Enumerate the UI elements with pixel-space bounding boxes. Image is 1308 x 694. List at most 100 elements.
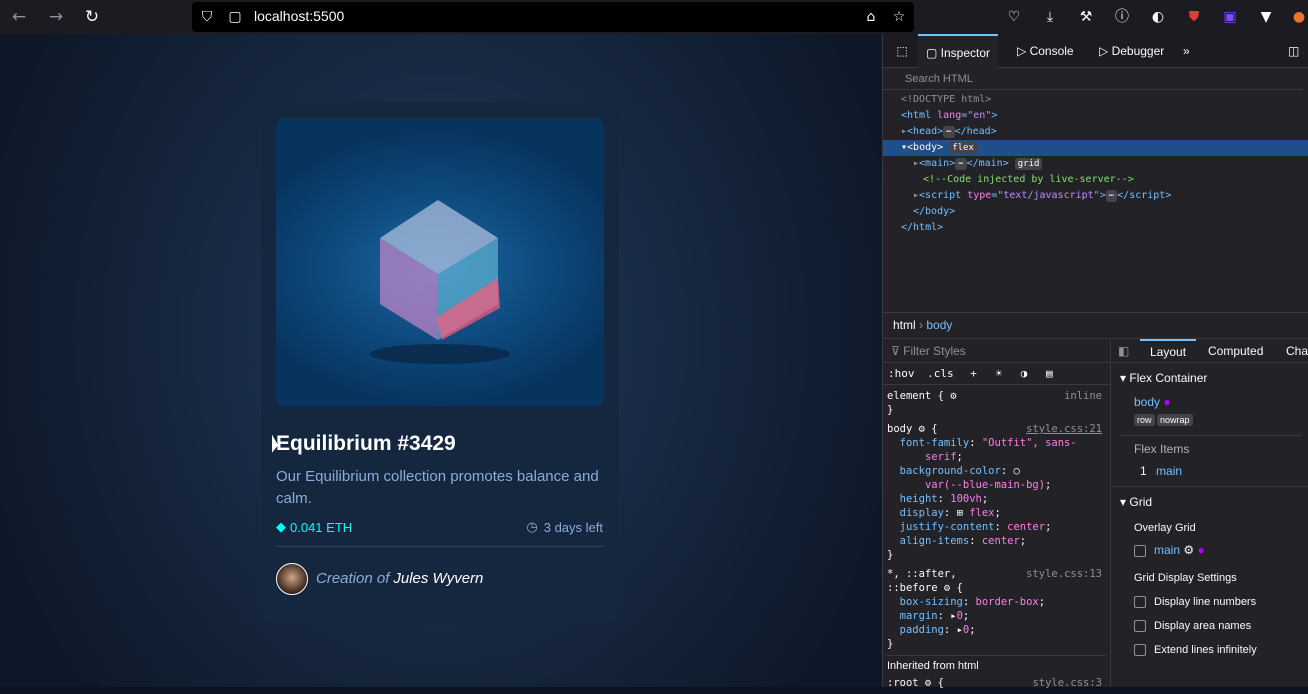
rule-line[interactable]: ::before ⚙ { — [887, 581, 1106, 595]
download-icon[interactable]: ⤓ — [1041, 8, 1059, 26]
dark-mode-icon[interactable]: ◑ — [1021, 367, 1028, 380]
tab-console[interactable]: ▷ Console — [1011, 34, 1080, 68]
rule-line[interactable]: } — [887, 637, 1106, 651]
rule-line[interactable]: serif; — [887, 450, 1106, 464]
time-left: ◷ 3 days left — [526, 519, 603, 535]
overlay-grid-label: Overlay Grid — [1134, 522, 1196, 534]
pocket-icon[interactable]: ♡ — [1005, 8, 1023, 26]
grid-header[interactable]: ▾ Grid — [1120, 493, 1301, 511]
tab-computed[interactable]: Computed — [1208, 339, 1263, 363]
tree-row[interactable]: ▸<head> ⋯ </head> — [883, 124, 1308, 140]
flex-container-header[interactable]: ▾ Flex Container — [1120, 369, 1301, 387]
page-icon[interactable]: ▢ — [226, 8, 244, 26]
light-mode-icon[interactable]: ☀ — [996, 367, 1003, 380]
flex-items-label: Flex Items — [1120, 435, 1301, 462]
element-picker-icon[interactable]: ⬚ — [891, 34, 913, 68]
tree-row[interactable]: </body> — [883, 204, 1308, 220]
cls-button[interactable]: .cls — [927, 367, 954, 380]
tree-row[interactable]: ▸<script type="text/javascript"> ⋯ </scrip… — [883, 188, 1308, 204]
flex-item[interactable]: 1 main — [1120, 462, 1301, 480]
tree-row[interactable]: </html> — [883, 220, 1308, 236]
rule-line[interactable]: :root ⚙ {style.css:3 — [887, 676, 1106, 690]
tab-layout[interactable]: Layout — [1140, 339, 1197, 363]
divider — [276, 546, 604, 547]
print-media-icon[interactable]: ▤ — [1046, 367, 1053, 380]
rule-line[interactable]: font-family: "Outfit", sans- — [887, 436, 1106, 450]
filter-styles-input[interactable]: ⊽ Filter Styles — [883, 339, 1110, 363]
home-icon[interactable]: ⌂ — [862, 8, 880, 26]
tree-row[interactable]: <!--Code injected by live-server--> — [883, 172, 1308, 188]
tree-row[interactable]: ▸<main> ⋯ </main> grid — [883, 156, 1308, 172]
extend-lines-checkbox[interactable] — [1134, 644, 1146, 657]
dock-icon[interactable]: ◫ — [1288, 34, 1299, 68]
search-html-input[interactable]: Search HTML — [883, 68, 1303, 90]
tab-inspector[interactable]: ▢ Inspector — [918, 34, 999, 68]
styles-panel: ⊽ Filter Styles :hov .cls + ☀ ◑ ▤ elemen… — [883, 338, 1111, 690]
setting-area-names[interactable]: Display area names — [1120, 617, 1301, 635]
flex-container-section: ▾ Flex Container body ● row nowrap Flex … — [1112, 363, 1308, 486]
tab-debugger[interactable]: ▷ Debugger — [1093, 34, 1170, 68]
area-names-checkbox[interactable] — [1134, 620, 1146, 633]
rule-line[interactable]: background-color: ○ — [887, 464, 1106, 478]
rule-line[interactable]: } — [887, 403, 1106, 417]
rule-line[interactable]: element { ⚙ inline — [887, 389, 1106, 403]
vue-devtools-icon[interactable]: ▼ — [1257, 8, 1275, 26]
rule-line[interactable]: align-items: center; — [887, 534, 1106, 548]
rule-line[interactable]: height: 100vh; — [887, 492, 1106, 506]
time-left-value: 3 days left — [543, 519, 603, 535]
profile-icon[interactable]: ● — [1290, 8, 1308, 26]
debugger-icon: ▷ — [1099, 44, 1112, 58]
forward-icon[interactable]: → — [46, 7, 66, 27]
ublock-icon[interactable]: ⛊ — [1185, 8, 1203, 26]
color-swatch-icon[interactable]: ● — [1197, 543, 1204, 557]
extension-icon[interactable]: ▣ — [1221, 8, 1239, 26]
tree-row[interactable]: <!DOCTYPE html> — [883, 92, 1308, 108]
setting-line-numbers[interactable]: Display line numbers — [1120, 593, 1301, 611]
page-viewport: Equilibrium #3429 Our Equilibrium collec… — [0, 34, 882, 687]
creator-line: Creation of Jules Wyvern — [316, 570, 483, 587]
extension-icon[interactable]: ◐ — [1149, 8, 1167, 26]
bookmark-star-icon[interactable]: ☆ — [890, 8, 908, 26]
breadcrumb-html[interactable]: html — [893, 318, 916, 332]
creator-name[interactable]: Jules Wyvern — [393, 570, 483, 587]
rule-line[interactable]: body ⚙ {style.css:21 — [887, 422, 1106, 436]
shield-icon[interactable]: ⛉ — [198, 8, 216, 26]
setting-extend-lines[interactable]: Extend lines infinitely — [1120, 641, 1301, 659]
tree-row-body-selected[interactable]: ▾<body> flex — [883, 140, 1308, 156]
rule-line[interactable]: var(--blue-main-bg); — [887, 478, 1106, 492]
overlay-grid-item[interactable]: main ⚙ ● — [1120, 541, 1301, 559]
wrench-icon[interactable]: ⚒ — [1077, 8, 1095, 26]
toggle-sidebar-icon[interactable]: ◧ — [1118, 339, 1129, 363]
grid-section: ▾ Grid Overlay Grid main ⚙ ● Grid Displa… — [1112, 486, 1308, 665]
rule-line[interactable]: padding: ▸0; — [887, 623, 1106, 637]
creator-prefix: Creation of — [316, 570, 390, 587]
rule-line[interactable]: margin: ▸0; — [887, 609, 1106, 623]
devtools-tabbar: ⬚ ▢ Inspector ▷ Console ▷ Debugger » ◫ — [883, 34, 1308, 68]
hov-button[interactable]: :hov — [888, 367, 915, 380]
rule-line[interactable]: } — [887, 548, 1106, 562]
overlay-checkbox[interactable] — [1134, 544, 1146, 557]
card-title[interactable]: Equilibrium #3429 — [276, 432, 456, 456]
tree-row[interactable]: <html lang="en"> — [883, 108, 1308, 124]
flex-element[interactable]: body ● — [1120, 393, 1301, 411]
info-icon[interactable]: ⓘ — [1113, 8, 1131, 26]
color-swatch-icon[interactable]: ● — [1163, 395, 1170, 409]
rule-line[interactable]: display: ⊞ flex; — [887, 506, 1106, 520]
line-numbers-checkbox[interactable] — [1134, 596, 1146, 609]
styles-toolbar: :hov .cls + ☀ ◑ ▤ — [883, 363, 1110, 385]
side-tabbar: ◧ Layout Computed Cha — [1112, 339, 1308, 363]
grid-settings-label: Grid Display Settings — [1134, 572, 1237, 584]
reload-icon[interactable]: ↻ — [82, 7, 102, 27]
rule-line[interactable]: *, ::after, style.css:13 — [887, 567, 1106, 581]
add-rule-icon[interactable]: + — [970, 367, 977, 380]
tab-changes[interactable]: Cha — [1286, 339, 1308, 363]
nft-card: Equilibrium #3429 Our Equilibrium collec… — [261, 102, 619, 622]
breadcrumb-body[interactable]: body — [926, 318, 952, 332]
url-bar[interactable]: ⛉ ▢ localhost:5500 ⌂ ☆ — [192, 2, 914, 32]
more-tabs-icon[interactable]: » — [1183, 34, 1190, 68]
rule-line[interactable]: box-sizing: border-box; — [887, 595, 1106, 609]
rule-line[interactable]: justify-content: center; — [887, 520, 1106, 534]
url-text[interactable]: localhost:5500 — [254, 8, 344, 24]
nft-image[interactable] — [276, 118, 604, 406]
back-icon[interactable]: ← — [9, 7, 29, 27]
